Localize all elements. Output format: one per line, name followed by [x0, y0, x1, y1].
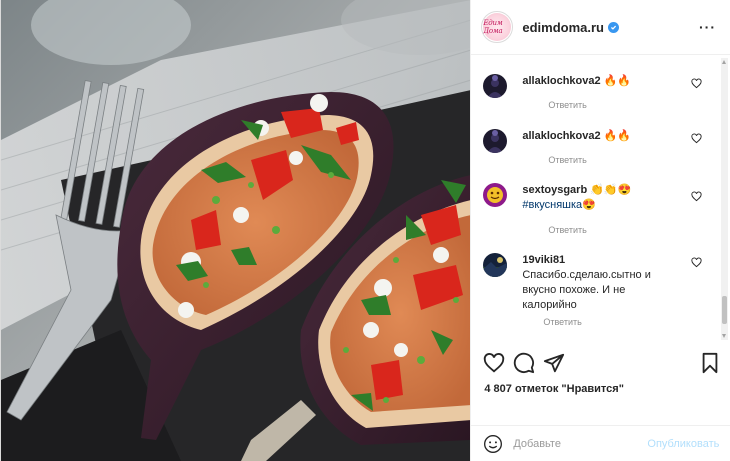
comment-body: 19viki81 Спасибо.сделаю.сытно и вкусно п…	[522, 253, 682, 313]
comment-like-heart-icon[interactable]	[691, 257, 702, 268]
comment-input[interactable]	[513, 437, 634, 450]
commenter-avatar[interactable]	[483, 129, 508, 153]
comment-body: allaklochkova2 🔥🔥	[522, 129, 682, 144]
author-avatar[interactable]: Едим Дома	[481, 11, 514, 43]
comment-text: 👏👏😍	[590, 184, 632, 196]
comment-like-heart-icon[interactable]	[691, 133, 702, 144]
instagram-post: Едим Дома edimdoma.ru ··· allaklochkova2…	[0, 0, 730, 461]
photo-image	[1, 0, 471, 461]
comment-text: Спасибо.сделаю.сытно и вкусно похоже. И …	[522, 269, 651, 311]
comments-scrollbar[interactable]	[721, 58, 728, 340]
bookmark-outline-icon[interactable]	[699, 352, 721, 374]
author-logo: Едим Дома	[483, 13, 512, 41]
comment-item: sextoysgarb 👏👏😍 #вкусняшка😍 Ответить	[483, 183, 719, 243]
scroll-down-arrow-icon[interactable]	[722, 334, 726, 338]
commenter-avatar[interactable]	[483, 74, 508, 98]
comment-hashtag[interactable]: #вкусняшка😍	[522, 199, 596, 211]
publish-button[interactable]: Опубликовать	[647, 438, 719, 450]
reply-link[interactable]: Ответить	[543, 317, 581, 327]
post-actions	[483, 352, 723, 378]
heart-outline-icon[interactable]	[483, 352, 505, 374]
comment-like-heart-icon[interactable]	[691, 191, 702, 202]
commenter-avatar[interactable]	[483, 253, 508, 277]
reply-link[interactable]: Ответить	[548, 100, 586, 110]
comment-composer: Опубликовать	[471, 425, 730, 461]
comment-text: 🔥🔥	[603, 75, 632, 87]
commenter-username[interactable]: 19viki81	[522, 254, 565, 266]
reply-link[interactable]: Ответить	[548, 225, 586, 235]
comment-like-heart-icon[interactable]	[691, 78, 702, 89]
scrollbar-thumb[interactable]	[722, 296, 727, 324]
reply-link[interactable]: Ответить	[548, 155, 586, 165]
comment-item: 19viki81 Спасибо.сделаю.сытно и вкусно п…	[483, 253, 719, 333]
comment-item: allaklochkova2 🔥🔥 Ответить	[483, 129, 719, 179]
comment-text: 🔥🔥	[603, 130, 632, 142]
post-header: Едим Дома edimdoma.ru ···	[471, 0, 730, 55]
smiley-icon[interactable]	[483, 434, 503, 454]
commenter-avatar[interactable]	[483, 183, 508, 207]
post-photo[interactable]	[1, 0, 471, 461]
paper-plane-icon[interactable]	[543, 352, 565, 374]
comment-item: allaklochkova2 🔥🔥 Ответить	[483, 74, 719, 124]
comments-list[interactable]: allaklochkova2 🔥🔥 Ответить allaklochkova2…	[471, 56, 730, 339]
comment-body: sextoysgarb 👏👏😍 #вкусняшка😍	[522, 183, 682, 213]
verified-badge-icon	[607, 21, 619, 33]
commenter-username[interactable]: allaklochkova2	[522, 75, 600, 87]
comment-bubble-icon[interactable]	[513, 352, 535, 374]
scroll-up-arrow-icon[interactable]	[722, 60, 726, 64]
commenter-username[interactable]: sextoysgarb	[522, 184, 587, 196]
author-logo-text: Едим Дома	[483, 19, 503, 35]
post-sidebar: Едим Дома edimdoma.ru ··· allaklochkova2…	[470, 0, 730, 461]
more-dots-icon[interactable]: ···	[699, 19, 716, 35]
commenter-username[interactable]: allaklochkova2	[522, 130, 600, 142]
likes-count[interactable]: 4 807 отметок "Нравится"	[484, 383, 624, 395]
author-username[interactable]: edimdoma.ru	[522, 20, 604, 35]
comment-body: allaklochkova2 🔥🔥	[522, 74, 682, 89]
